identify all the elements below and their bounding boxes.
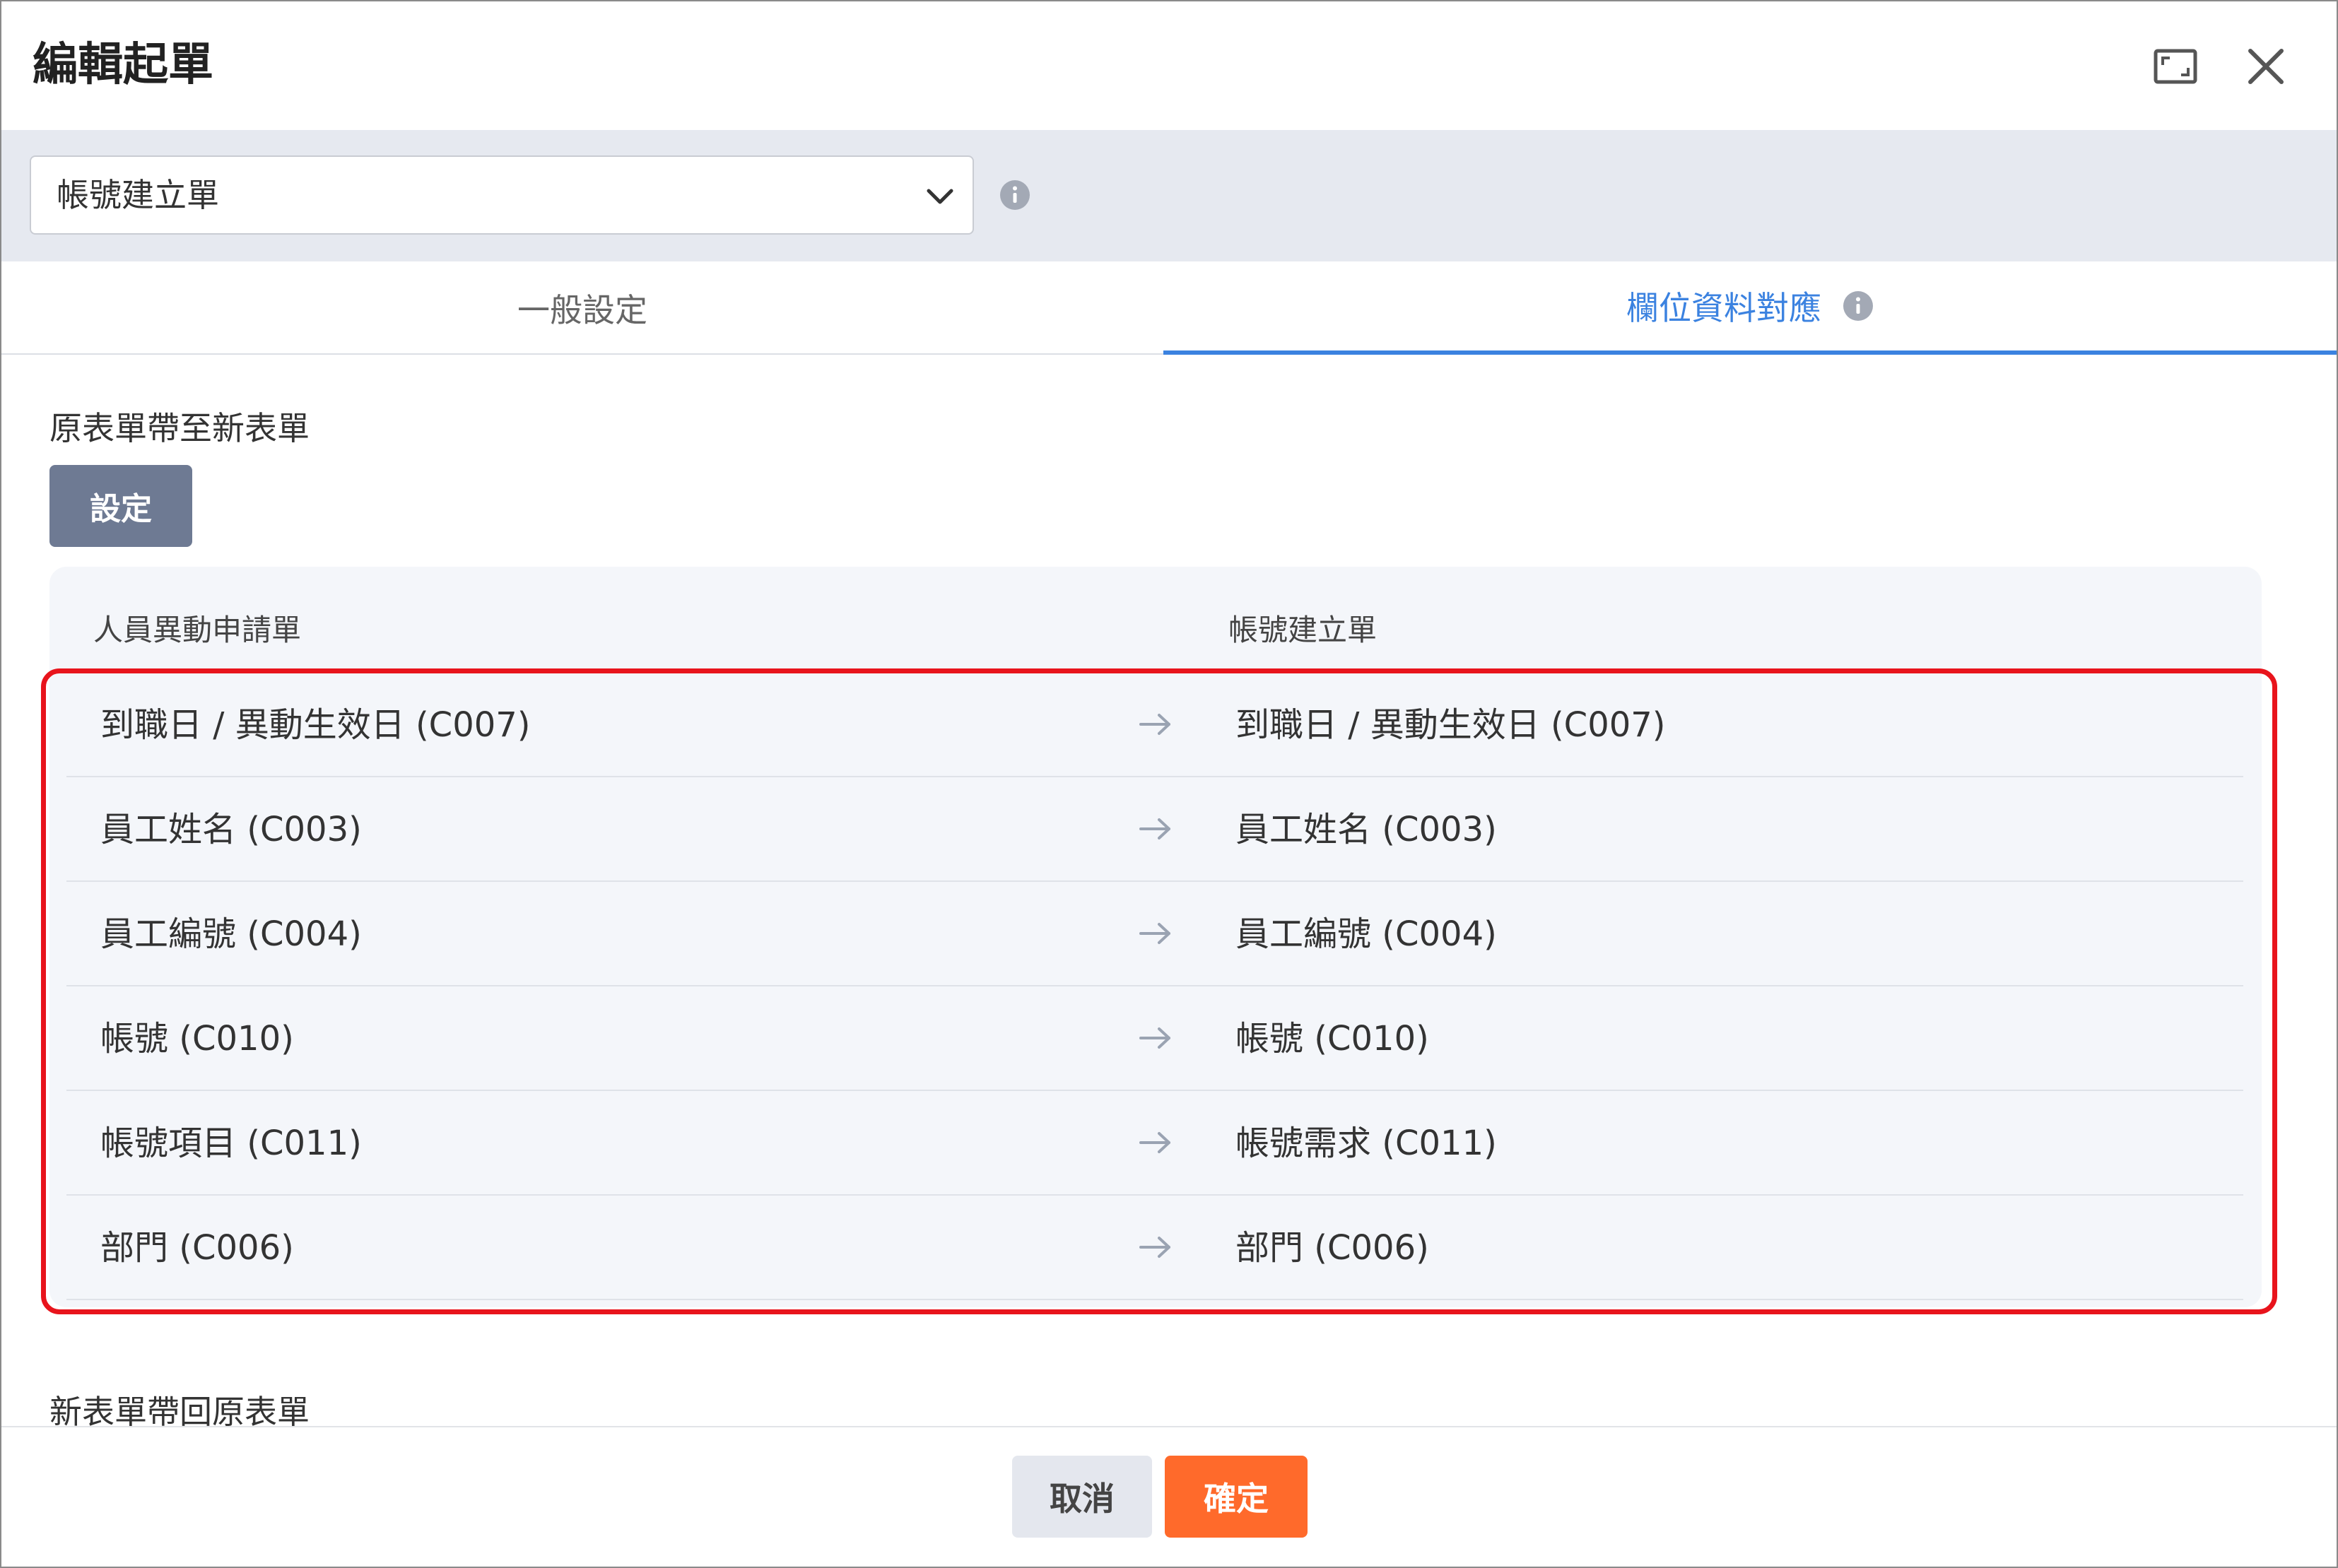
source-field: 員工編號 (C004) xyxy=(100,914,362,954)
edit-dialog: 編輯起單 帳號建立單 一般設定 欄位資料對應 原表單帶至新表單 設定 人員異動申… xyxy=(0,0,2338,1568)
settings-button[interactable]: 設定 xyxy=(49,465,192,547)
template-selector-band: 帳號建立單 xyxy=(1,130,2337,261)
table-row: 部門 (C006) 部門 (C006) xyxy=(66,1196,2243,1300)
table-row: 員工姓名 (C003) 員工姓名 (C003) xyxy=(66,777,2243,882)
target-field: 到職日 / 異動生效日 (C007) xyxy=(1235,705,1666,745)
tab-bar: 一般設定 欄位資料對應 xyxy=(1,261,2337,355)
close-icon[interactable] xyxy=(2242,42,2290,90)
tab-label: 欄位資料對應 xyxy=(1626,289,1821,327)
tab-general-settings[interactable]: 一般設定 xyxy=(1,261,1163,355)
target-field: 員工編號 (C004) xyxy=(1235,914,1497,954)
dialog-footer: 取消 確定 xyxy=(1,1426,2337,1567)
target-field: 帳號 (C010) xyxy=(1235,1019,1429,1059)
table-row: 帳號項目 (C011) 帳號需求 (C011) xyxy=(66,1091,2243,1196)
select-value: 帳號建立單 xyxy=(57,176,219,214)
source-field: 帳號項目 (C011) xyxy=(100,1124,362,1163)
form-template-select[interactable]: 帳號建立單 xyxy=(30,155,974,235)
tab-field-mapping[interactable]: 欄位資料對應 xyxy=(1163,261,2337,355)
arrow-right-icon xyxy=(1136,810,1175,848)
arrow-right-icon xyxy=(1136,1019,1175,1057)
source-field: 到職日 / 異動生效日 (C007) xyxy=(100,705,531,745)
target-field: 部門 (C006) xyxy=(1235,1228,1429,1268)
forward-mapping-label: 原表單帶至新表單 xyxy=(49,409,310,447)
source-form-header: 人員異動申請單 xyxy=(93,613,302,647)
maximize-icon[interactable] xyxy=(2151,42,2199,90)
dialog-title: 編輯起單 xyxy=(33,39,213,91)
mapping-rows: 到職日 / 異動生效日 (C007) 到職日 / 異動生效日 (C007) 員工… xyxy=(66,673,2243,1300)
target-form-header: 帳號建立單 xyxy=(1228,613,1377,647)
info-icon[interactable] xyxy=(999,179,1030,211)
arrow-right-icon xyxy=(1136,1124,1175,1162)
table-row: 帳號 (C010) 帳號 (C010) xyxy=(66,986,2243,1091)
source-field: 帳號 (C010) xyxy=(100,1019,294,1059)
target-field: 員工姓名 (C003) xyxy=(1235,810,1497,849)
cancel-button[interactable]: 取消 xyxy=(1012,1456,1152,1538)
target-field: 帳號需求 (C011) xyxy=(1235,1124,1497,1163)
arrow-right-icon xyxy=(1136,705,1175,743)
source-field: 部門 (C006) xyxy=(100,1228,294,1268)
arrow-right-icon xyxy=(1136,914,1175,953)
tab-label: 一般設定 xyxy=(517,291,647,329)
table-row: 員工編號 (C004) 員工編號 (C004) xyxy=(66,882,2243,986)
source-field: 員工姓名 (C003) xyxy=(100,810,362,849)
dialog-header: 編輯起單 xyxy=(1,1,2337,130)
confirm-button[interactable]: 確定 xyxy=(1165,1456,1308,1538)
table-row: 到職日 / 異動生效日 (C007) 到職日 / 異動生效日 (C007) xyxy=(66,673,2243,777)
arrow-right-icon xyxy=(1136,1228,1175,1266)
chevron-down-icon xyxy=(920,177,960,216)
field-mapping-table: 人員異動申請單 帳號建立單 到職日 / 異動生效日 (C007) 到職日 / 異… xyxy=(49,567,2262,1307)
info-icon[interactable] xyxy=(1843,290,1874,322)
